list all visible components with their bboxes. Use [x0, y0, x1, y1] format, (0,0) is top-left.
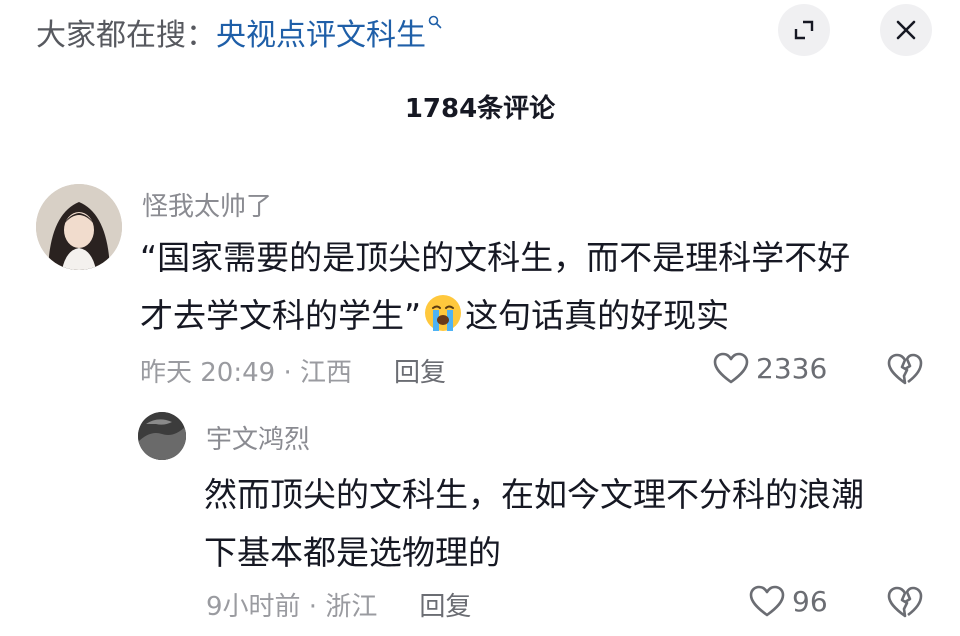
dislike-button[interactable]	[886, 585, 924, 623]
comment-text-segment: 这句话真的好现实	[465, 296, 730, 335]
comment-text-line: 下基本都是选物理的	[204, 533, 501, 572]
reply-button[interactable]: 回复	[394, 352, 446, 389]
broken-heart-icon	[887, 353, 923, 385]
avatar-image	[36, 184, 122, 270]
broken-heart-icon	[887, 586, 923, 618]
like-count: 96	[792, 584, 828, 618]
close-button[interactable]	[880, 4, 932, 56]
expand-button[interactable]	[778, 4, 830, 56]
comment-text-line: 才去学文科的学生” 这句话真的好现实	[140, 287, 850, 345]
avatar[interactable]	[36, 184, 122, 270]
heart-icon	[749, 585, 785, 617]
search-hint-prefix: 大家都在搜：	[36, 18, 216, 53]
comment-time-location: 9小时前 · 浙江	[206, 592, 378, 622]
search-icon	[428, 15, 442, 29]
avatar[interactable]	[138, 412, 186, 460]
dislike-button[interactable]	[886, 352, 924, 390]
search-hint-term[interactable]: 央视点评文科生	[216, 10, 426, 54]
loudly-crying-face-emoji	[425, 295, 462, 331]
comment-count-title: 1784条评论	[404, 94, 556, 124]
trending-search-hint[interactable]: 大家都在搜： 央视点评文科生	[36, 8, 442, 56]
like-button[interactable]: 2336	[712, 351, 827, 385]
comment-text: “国家需要的是顶尖的文科生，而不是理科学不好 才去学文科的学生” 这句话真的好现…	[140, 229, 850, 345]
comment-username[interactable]: 宇文鸿烈	[206, 419, 310, 456]
heart-icon	[713, 352, 749, 384]
comment-text: 然而顶尖的文科生，在如今文理不分科的浪潮 下基本都是选物理的	[204, 466, 864, 582]
close-icon	[896, 20, 916, 40]
comment-text-line: “国家需要的是顶尖的文科生，而不是理科学不好	[140, 238, 851, 277]
comment-username[interactable]: 怪我太帅了	[142, 186, 272, 223]
like-count: 2336	[756, 351, 828, 385]
comment-meta: 昨天 20:49 · 江西 回复	[140, 352, 446, 389]
comment-text-segment: 才去学文科的学生”	[140, 296, 422, 335]
comment-meta: 9小时前 · 浙江 回复	[206, 586, 471, 623]
comments-panel: 大家都在搜： 央视点评文科生 1784条评论 怪我太帅了 “国家需要的是顶尖的文	[0, 0, 960, 636]
like-button[interactable]: 96	[748, 584, 828, 618]
avatar-image	[138, 412, 186, 460]
reply-button[interactable]: 回复	[419, 586, 471, 623]
expand-icon	[794, 20, 814, 40]
comment-time-location: 昨天 20:49 · 江西	[140, 358, 352, 388]
comment-text-line: 然而顶尖的文科生，在如今文理不分科的浪潮	[204, 475, 864, 514]
